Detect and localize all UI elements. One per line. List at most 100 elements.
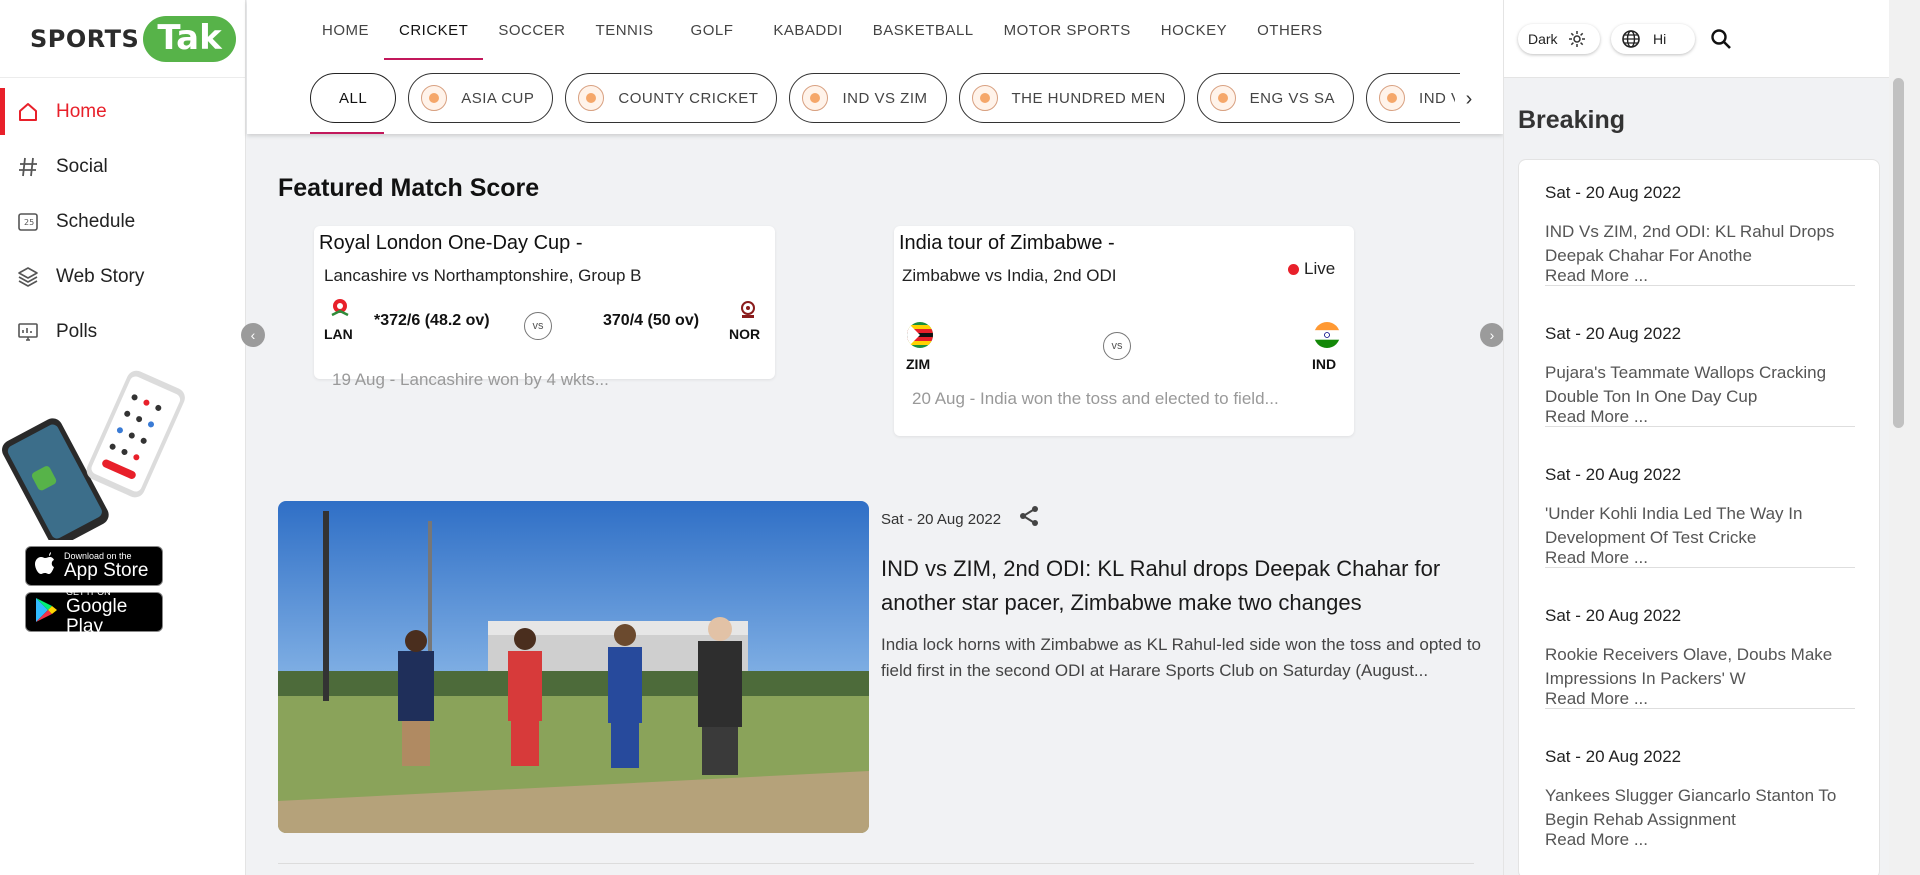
series-chips: ALL ASIA CUP COUNTY CRICKET IND VS ZIM T…: [310, 73, 1460, 123]
share-icon[interactable]: [1017, 504, 1041, 528]
read-more-link[interactable]: Read More ...: [1545, 689, 1648, 709]
search-icon[interactable]: [1710, 28, 1732, 55]
globe-icon: [1621, 29, 1641, 49]
tab-soccer[interactable]: SOCCER: [483, 0, 580, 60]
sidebar-item-social[interactable]: Social: [0, 139, 245, 194]
cricket-ball-icon: [1209, 85, 1236, 111]
chip-all[interactable]: ALL: [310, 73, 397, 123]
match-card-zim-ind[interactable]: India tour of Zimbabwe - Zimbabwe vs Ind…: [894, 226, 1354, 436]
hashtag-icon: [16, 155, 40, 179]
tab-basketball[interactable]: BASKETBALL: [858, 0, 989, 60]
northamptonshire-badge-icon: [739, 300, 757, 325]
featured-section-title: Featured Match Score: [278, 174, 540, 202]
sidebar-item-schedule[interactable]: 25 Schedule: [0, 194, 245, 249]
zimbabwe-flag-icon: [906, 321, 934, 354]
article-image[interactable]: [278, 501, 869, 833]
live-indicator: Live: [1288, 259, 1335, 279]
list-item[interactable]: Sat - 20 Aug 2022 IND Vs ZIM, 2nd ODI: K…: [1545, 160, 1855, 286]
list-item[interactable]: Sat - 20 Aug 2022 'Under Kohli India Led…: [1545, 427, 1855, 568]
divider: [278, 863, 1474, 864]
match-subtitle: Lancashire vs Northamptonshire, Group B: [324, 266, 642, 285]
breaking-headline[interactable]: IND Vs ZIM, 2nd ODI: KL Rahul Drops Deep…: [1545, 220, 1855, 268]
sun-icon: [1568, 30, 1586, 48]
match-tournament: Royal London One-Day Cup -: [319, 232, 583, 254]
team1-code: LAN: [324, 326, 353, 342]
google-play-button[interactable]: GET IT ON Google Play: [25, 587, 163, 637]
app-store-big-text: App Store: [64, 560, 149, 581]
read-more-link[interactable]: Read More ...: [1545, 407, 1648, 427]
app-phones-illustration: [2, 370, 185, 540]
tab-others[interactable]: OTHERS: [1242, 0, 1338, 60]
article-title[interactable]: IND vs ZIM, 2nd ODI: KL Rahul drops Deep…: [881, 552, 1481, 620]
cricket-ball-icon: [1379, 85, 1406, 111]
tab-kabaddi[interactable]: KABADDI: [758, 0, 857, 60]
tab-golf[interactable]: GOLF: [676, 0, 759, 60]
logo-text-tak: Tak: [143, 15, 236, 62]
tab-cricket[interactable]: CRICKET: [384, 0, 484, 60]
breaking-headline[interactable]: 'Under Kohli India Led The Way In Develo…: [1545, 502, 1855, 550]
read-more-link[interactable]: Read More ...: [1545, 830, 1648, 850]
sidebar-item-home[interactable]: Home: [0, 84, 245, 139]
breaking-headline[interactable]: Rookie Receivers Olave, Doubs Make Impre…: [1545, 643, 1855, 691]
vs-badge: vs: [1103, 332, 1131, 360]
breaking-news-list: Sat - 20 Aug 2022 IND Vs ZIM, 2nd ODI: K…: [1518, 159, 1880, 875]
theme-label: Dark: [1528, 31, 1558, 47]
team1-code: ZIM: [906, 356, 931, 372]
chip-label: ALL: [339, 89, 368, 107]
dark-mode-toggle[interactable]: Dark: [1518, 24, 1600, 54]
list-item[interactable]: Sat - 20 Aug 2022 Pujara's Teammate Wall…: [1545, 286, 1855, 427]
breaking-headline[interactable]: Pujara's Teammate Wallops Cracking Doubl…: [1545, 361, 1855, 409]
sidebar-item-label: Web Story: [56, 265, 145, 287]
match-card-lan-nor[interactable]: Royal London One-Day Cup - Lancashire vs…: [314, 226, 775, 389]
sports-tabs: HOME CRICKET SOCCER TENNIS GOLF KABADDI …: [307, 0, 1338, 60]
apple-icon: [34, 551, 56, 582]
chevron-right-icon[interactable]: ›: [1455, 85, 1483, 113]
list-item[interactable]: Sat - 20 Aug 2022 Rookie Receivers Olave…: [1545, 568, 1855, 709]
live-dot-icon: [1288, 263, 1299, 275]
cricket-ball-icon: [802, 85, 829, 111]
home-icon: [16, 100, 40, 124]
left-sidebar: SPORTS Tak Home Social 25 Schedule Web S: [0, 0, 246, 875]
list-item[interactable]: Sat - 20 Aug 2022 Yankees Slugger Gianca…: [1545, 709, 1855, 850]
chip-eng-vs-sa[interactable]: ENG VS SA: [1196, 73, 1355, 123]
sportstak-logo[interactable]: SPORTS Tak: [0, 0, 245, 78]
scrollbar-thumb[interactable]: [1893, 78, 1904, 428]
chip-asia-cup[interactable]: ASIA CUP: [408, 73, 554, 123]
sidebar-nav: Home Social 25 Schedule Web Story Polls: [0, 78, 245, 359]
chip-ind-vs-zim[interactable]: IND VS ZIM: [789, 73, 947, 123]
app-store-button[interactable]: Download on the App Store: [25, 546, 163, 586]
match-tournament: India tour of Zimbabwe -: [899, 232, 1115, 254]
chip-label: THE HUNDRED MEN: [1011, 89, 1166, 107]
chip-ind-vs-wi[interactable]: IND VS WI: [1366, 73, 1460, 123]
cricket-ball-icon: [578, 85, 605, 111]
right-sidebar: Dark Hi Breaking Sat - 20 Aug 2022 IND V…: [1503, 0, 1900, 875]
sidebar-item-label: Social: [56, 155, 108, 177]
poll-icon: [16, 320, 40, 344]
sidebar-item-label: Polls: [56, 320, 98, 342]
tab-motor-sports[interactable]: MOTOR SPORTS: [989, 0, 1146, 60]
sidebar-item-polls[interactable]: Polls: [0, 304, 245, 359]
match-result: 19 Aug - Lancashire won by 4 wkts...: [332, 370, 609, 389]
sidebar-item-web-story[interactable]: Web Story: [0, 249, 245, 304]
carousel-prev-icon[interactable]: ‹: [241, 323, 265, 347]
breaking-headline[interactable]: Yankees Slugger Giancarlo Stanton To Beg…: [1545, 784, 1855, 832]
carousel-next-icon[interactable]: ›: [1480, 323, 1504, 347]
header-controls: Dark Hi: [1504, 0, 1900, 78]
chip-county-cricket[interactable]: COUNTY CRICKET: [565, 73, 778, 123]
breaking-date: Sat - 20 Aug 2022: [1545, 183, 1682, 202]
read-more-link[interactable]: Read More ...: [1545, 548, 1648, 568]
breaking-title: Breaking: [1518, 106, 1625, 134]
svg-text:25: 25: [24, 218, 34, 227]
chip-label: IND VS ZIM: [842, 89, 928, 107]
tab-tennis[interactable]: TENNIS: [581, 0, 676, 60]
team1-score: *372/6 (48.2 ov): [374, 312, 490, 329]
language-selector[interactable]: Hi: [1611, 24, 1695, 54]
read-more-link[interactable]: Read More ...: [1545, 266, 1648, 286]
chip-label: COUNTY CRICKET: [618, 89, 759, 107]
team2-code: IND: [1312, 356, 1337, 372]
chip-label: IND VS WI: [1419, 89, 1460, 107]
tab-home[interactable]: HOME: [307, 0, 384, 60]
chip-the-hundred-men[interactable]: THE HUNDRED MEN: [958, 73, 1185, 123]
tab-hockey[interactable]: HOCKEY: [1146, 0, 1242, 60]
match-result: 20 Aug - India won the toss and elected …: [912, 389, 1279, 408]
